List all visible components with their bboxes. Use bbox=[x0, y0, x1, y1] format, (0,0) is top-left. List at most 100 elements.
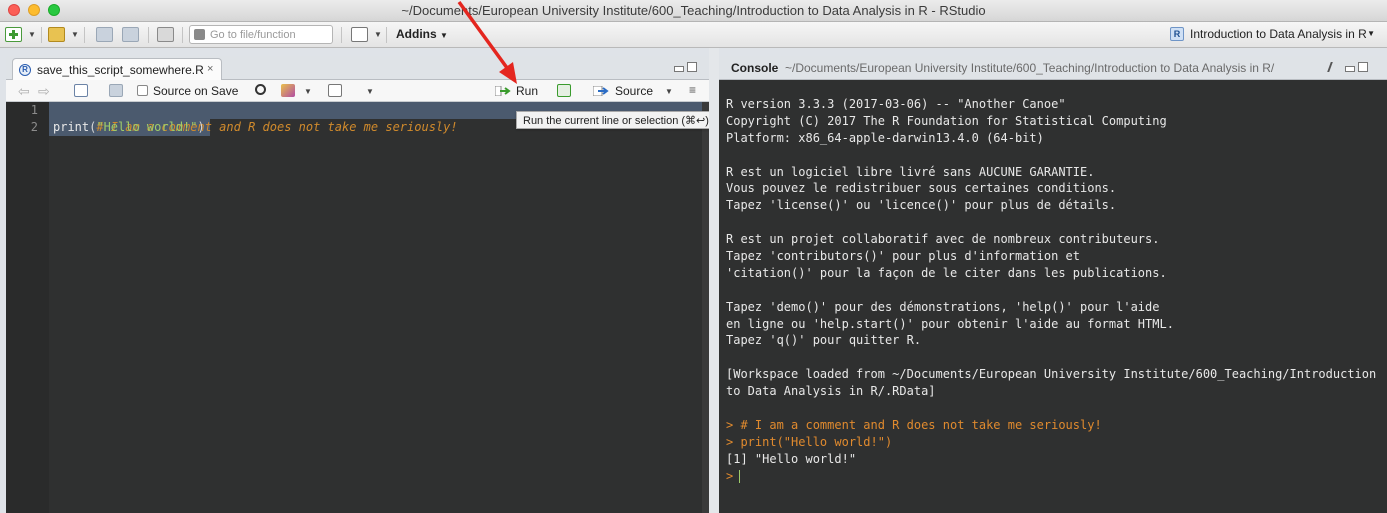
show-in-new-window-icon[interactable] bbox=[74, 84, 88, 97]
console-title[interactable]: Console bbox=[731, 61, 778, 75]
source-caret-icon[interactable]: ▼ bbox=[665, 87, 673, 96]
minimize-pane-icon[interactable] bbox=[674, 66, 684, 72]
code-line-2[interactable]: print("Hello world!") bbox=[53, 119, 205, 136]
toolbar-divider bbox=[341, 27, 342, 43]
console-echo-line: > print("Hello world!") bbox=[726, 434, 893, 449]
project-menu[interactable]: R Introduction to Data Analysis in R ▼ bbox=[1170, 26, 1375, 44]
r-project-icon: R bbox=[1170, 27, 1184, 41]
console-output[interactable]: R version 3.3.3 (2017-03-06) -- "Another… bbox=[726, 96, 1382, 484]
console-line: Tapez 'license()' ou 'licence()' pour pl… bbox=[726, 198, 1117, 213]
console-pane: Console ~/Documents/European University … bbox=[719, 56, 1387, 513]
tab-save-this-script[interactable]: R save_this_script_somewhere.R × bbox=[12, 58, 222, 81]
r-file-icon: R bbox=[19, 64, 31, 76]
editor-pane-controls bbox=[674, 62, 698, 74]
minimize-pane-icon[interactable] bbox=[1345, 66, 1355, 72]
console-line: Tapez 'q()' pour quitter R. bbox=[726, 333, 922, 348]
document-outline-icon[interactable]: ≡ bbox=[689, 83, 696, 97]
tab-close-icon[interactable]: × bbox=[207, 63, 213, 75]
console-line: Tapez 'contributors()' pour plus d'infor… bbox=[726, 249, 1081, 264]
source-arrow-icon bbox=[593, 86, 609, 96]
goto-file-function-input[interactable] bbox=[210, 27, 328, 42]
save-icon[interactable] bbox=[96, 27, 113, 42]
addins-label: Addins bbox=[396, 27, 437, 41]
line-number: 1 bbox=[30, 103, 38, 117]
console-line: en ligne ou 'help.start()' pour obtenir … bbox=[726, 316, 1174, 331]
addins-caret-icon: ▼ bbox=[440, 31, 448, 40]
toolbar-divider bbox=[84, 27, 85, 43]
console-line: R est un logiciel libre livré sans AUCUN… bbox=[726, 164, 1095, 179]
console-line: Vous pouvez le redistribuer sous certain… bbox=[726, 181, 1117, 196]
editor-tab-bar: R save_this_script_somewhere.R × bbox=[6, 56, 709, 81]
goto-file-function-box[interactable] bbox=[189, 25, 333, 44]
new-file-caret-icon[interactable]: ▼ bbox=[28, 30, 36, 39]
console-line: Copyright (C) 2017 The R Foundation for … bbox=[726, 113, 1167, 128]
console-pane-controls bbox=[1321, 62, 1368, 74]
save-all-icon[interactable] bbox=[122, 27, 139, 42]
console-line: R est un projet collaboratif avec de nom… bbox=[726, 232, 1160, 247]
workspace-panes-icon[interactable] bbox=[351, 27, 368, 42]
compile-report-icon[interactable] bbox=[328, 84, 342, 97]
editor-toolbar: ⇦ ⇨ Source on Save ▼ ▼ Run Source ▼ ≡ bbox=[6, 80, 709, 102]
code-function: print bbox=[53, 120, 90, 134]
console-prompt: > bbox=[726, 468, 734, 483]
maximize-pane-icon[interactable] bbox=[687, 62, 697, 72]
console-line: 'citation()' pour la façon de le citer d… bbox=[726, 265, 1167, 280]
console-goto-dir-icon[interactable] bbox=[1321, 62, 1333, 72]
console-line: R version 3.3.3 (2017-03-06) -- "Another… bbox=[726, 97, 1066, 111]
toolbar-divider bbox=[41, 27, 42, 43]
source-on-save-label: Source on Save bbox=[153, 84, 239, 98]
project-label: Introduction to Data Analysis in R bbox=[1190, 27, 1367, 41]
line-number: 2 bbox=[30, 120, 38, 134]
console-output-line: [1] "Hello world!" bbox=[726, 451, 857, 466]
editor-scrollbar[interactable] bbox=[702, 102, 709, 513]
toolbar-divider bbox=[182, 27, 183, 43]
workspace-panes-caret-icon[interactable]: ▼ bbox=[374, 30, 382, 39]
source-on-save-checkbox[interactable] bbox=[137, 85, 148, 96]
new-file-icon[interactable] bbox=[5, 27, 22, 42]
console-cursor bbox=[739, 469, 741, 483]
toolbar-divider bbox=[148, 27, 149, 43]
code-paren-close: ) bbox=[197, 120, 205, 134]
title-bar: ~/Documents/European University Institut… bbox=[0, 0, 1387, 22]
save-file-icon[interactable] bbox=[109, 84, 123, 97]
more-caret-icon[interactable]: ▼ bbox=[366, 87, 374, 96]
code-string: "Hello world!" bbox=[96, 120, 198, 134]
search-icon[interactable] bbox=[255, 84, 266, 95]
goto-arrow-icon bbox=[194, 29, 205, 40]
console-prompt-line[interactable]: > bbox=[726, 468, 1382, 485]
print-icon[interactable] bbox=[157, 27, 174, 42]
tab-label: save_this_script_somewhere.R bbox=[37, 63, 204, 77]
back-arrow-icon[interactable]: ⇦ bbox=[18, 83, 30, 100]
forward-arrow-icon[interactable]: ⇨ bbox=[38, 83, 50, 100]
console-line: Platform: x86_64-apple-darwin13.4.0 (64-… bbox=[726, 130, 1044, 145]
code-editor[interactable]: 1 2 # I am a comment and R does not take… bbox=[6, 102, 702, 513]
project-caret-icon: ▼ bbox=[1367, 29, 1375, 38]
console-header: Console ~/Documents/European University … bbox=[719, 56, 1387, 80]
source-label: Source bbox=[615, 84, 654, 98]
toolbar-divider bbox=[386, 27, 387, 43]
console-line: to Data Analysis in R/.RData] bbox=[726, 384, 936, 399]
open-file-icon[interactable] bbox=[48, 27, 65, 42]
addins-menu[interactable]: Addins ▼ bbox=[396, 27, 448, 41]
window-title: ~/Documents/European University Institut… bbox=[401, 3, 986, 18]
run-tooltip: Run the current line or selection (⌘↩) bbox=[516, 111, 716, 129]
code-tools-wand-icon[interactable] bbox=[281, 84, 295, 97]
console-line: Tapez 'demo()' pour des démonstrations, … bbox=[726, 299, 1160, 314]
line-number-gutter: 1 2 bbox=[6, 102, 49, 513]
console-echo-line: > # I am a comment and R does not take m… bbox=[726, 417, 1102, 432]
re-run-icon[interactable] bbox=[557, 84, 571, 97]
code-tools-caret-icon[interactable]: ▼ bbox=[304, 87, 312, 96]
annotation-arrow-icon bbox=[457, 0, 517, 84]
main-toolbar: ▼ ▼ ▼ Addins ▼ R Introduction to Data An… bbox=[0, 22, 1387, 48]
console-line: [Workspace loaded from ~/Documents/Europ… bbox=[726, 367, 1377, 382]
open-file-caret-icon[interactable]: ▼ bbox=[71, 30, 79, 39]
maximize-pane-icon[interactable] bbox=[1358, 62, 1368, 72]
pane-splitter[interactable] bbox=[709, 48, 719, 513]
code-line-1[interactable]: # I am a comment and R does not take me … bbox=[53, 102, 457, 134]
console-path: ~/Documents/European University Institut… bbox=[785, 61, 1275, 75]
